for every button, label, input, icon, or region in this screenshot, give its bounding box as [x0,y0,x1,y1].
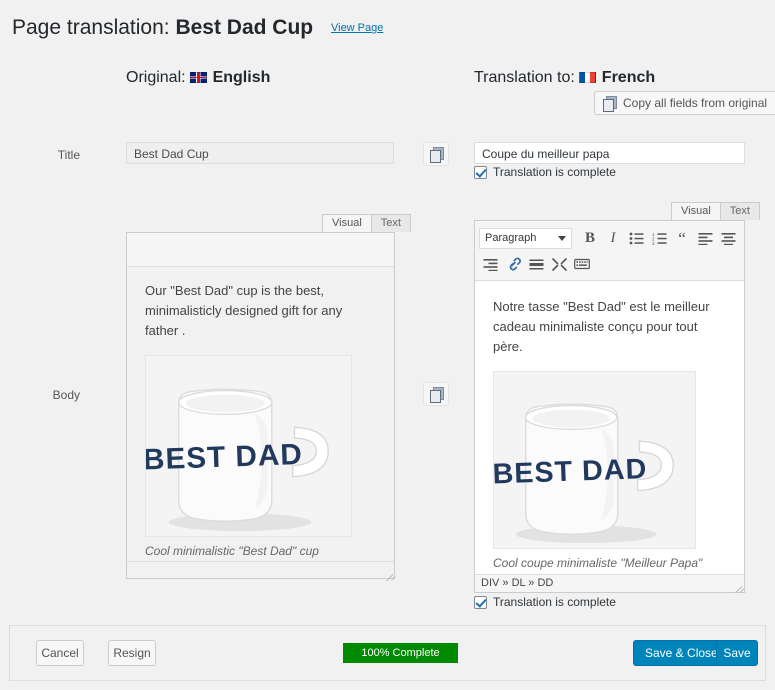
bold-button[interactable]: B [579,227,601,249]
translation-label: Translation to: [474,69,575,86]
translation-body-content[interactable]: Notre tasse "Best Dad" est le meilleur c… [475,281,744,573]
title-translation-complete-checkbox[interactable] [474,166,487,179]
original-editor-statusbar [127,561,394,578]
original-label: Original: [126,69,186,86]
copy-all-fields-button[interactable]: Copy all fields from original [594,91,775,115]
original-column-heading: Original: English [126,69,270,87]
translation-editor-tabs[interactable]: Visual Text [671,202,760,220]
align-left-button[interactable] [694,227,716,249]
translation-editor-element-path: DIV » DL » DD [474,574,745,593]
original-editor-resize-handle[interactable] [383,566,393,576]
body-field-label: Body [20,388,80,402]
original-tab-visual[interactable]: Visual [322,214,372,232]
format-select[interactable]: Paragraph [479,228,572,249]
original-body-caption: Cool minimalistic "Best Dad" cup [145,542,376,561]
resign-button[interactable]: Resign [108,640,156,666]
footer-actions-bar: Cancel Resign 100% Complete Save & Close… [9,625,766,681]
original-body-editor: Our "Best Dad" cup is the best, minimali… [126,232,395,579]
translated-title-input[interactable]: Coupe du meilleur papa [474,142,745,164]
bulleted-list-button[interactable] [625,227,647,249]
fullscreen-button[interactable] [548,253,570,275]
align-center-button[interactable] [717,227,739,249]
view-page-link[interactable]: View Page [331,22,383,34]
blockquote-button[interactable]: “ [671,227,693,249]
keyboard-shortcuts-icon[interactable] [571,253,593,275]
original-editor-toolbar-disabled [127,233,394,267]
title-translation-complete-row[interactable]: Translation is complete [474,165,616,179]
svg-text:BEST DAD: BEST DAD [146,438,303,477]
svg-text:BEST DAD: BEST DAD [494,454,648,491]
italic-button[interactable]: I [602,227,624,249]
copy-body-button[interactable] [423,382,449,406]
translation-progress-bar: 100% Complete [343,643,458,663]
page-title-value: Best Dad Cup [175,16,313,39]
uk-flag-icon [190,72,207,83]
original-body-figure: BEST DAD Cool minimalistic "Best Dad" cu… [145,355,376,561]
page-title-prefix: Page translation: [12,16,170,39]
cancel-button[interactable]: Cancel [36,640,84,666]
copy-icon [430,387,443,401]
body-translation-complete-checkbox[interactable] [474,596,487,609]
original-body-content: Our "Best Dad" cup is the best, minimali… [127,267,394,561]
align-right-button[interactable] [479,253,501,275]
translation-body-figure: BEST DAD Cool coupe minimaliste "Meilleu… [493,371,726,573]
columns-header: Original: English Translation to: French C… [0,63,775,117]
translation-editor-resize-handle[interactable] [732,578,742,588]
save-button[interactable]: Save [716,640,758,666]
translation-language: French [602,69,655,86]
translation-column-heading: Translation to: French [474,69,655,87]
original-body-paragraph: Our "Best Dad" cup is the best, minimali… [145,281,376,341]
body-translation-complete-label: Translation is complete [493,595,616,609]
original-tab-text[interactable]: Text [371,214,411,232]
translation-body-caption: Cool coupe minimaliste "Meilleur Papa" [493,554,726,573]
translation-tab-text[interactable]: Text [720,202,760,220]
original-language: English [213,69,271,86]
insert-link-icon[interactable] [502,253,524,275]
best-dad-mug-image: BEST DAD [493,371,696,549]
fr-flag-icon [579,72,596,83]
page-title: Page translation: Best Dad Cup View Page [0,0,775,41]
copy-icon [430,147,443,161]
translation-body-editor[interactable]: Paragraph B I 123 “ [474,220,745,588]
copy-all-fields-label: Copy all fields from original [623,96,767,110]
translation-editor-toolbar[interactable]: Paragraph B I 123 “ [475,221,744,281]
svg-text:3: 3 [652,241,655,245]
translation-body-paragraph: Notre tasse "Best Dad" est le meilleur c… [493,297,726,357]
best-dad-mug-image: BEST DAD [145,355,352,537]
title-field-label: Title [20,148,80,162]
original-editor-tabs[interactable]: Visual Text [322,214,411,232]
copy-icon [603,96,616,110]
chevron-down-icon [558,236,566,241]
title-translation-complete-label: Translation is complete [493,165,616,179]
format-select-value: Paragraph [485,232,536,244]
translation-tab-visual[interactable]: Visual [671,202,721,220]
body-translation-complete-row[interactable]: Translation is complete [474,595,616,609]
numbered-list-button[interactable]: 123 [648,227,670,249]
copy-title-button[interactable] [423,142,449,166]
read-more-button[interactable] [525,253,547,275]
original-title-input: Best Dad Cup [126,142,394,164]
